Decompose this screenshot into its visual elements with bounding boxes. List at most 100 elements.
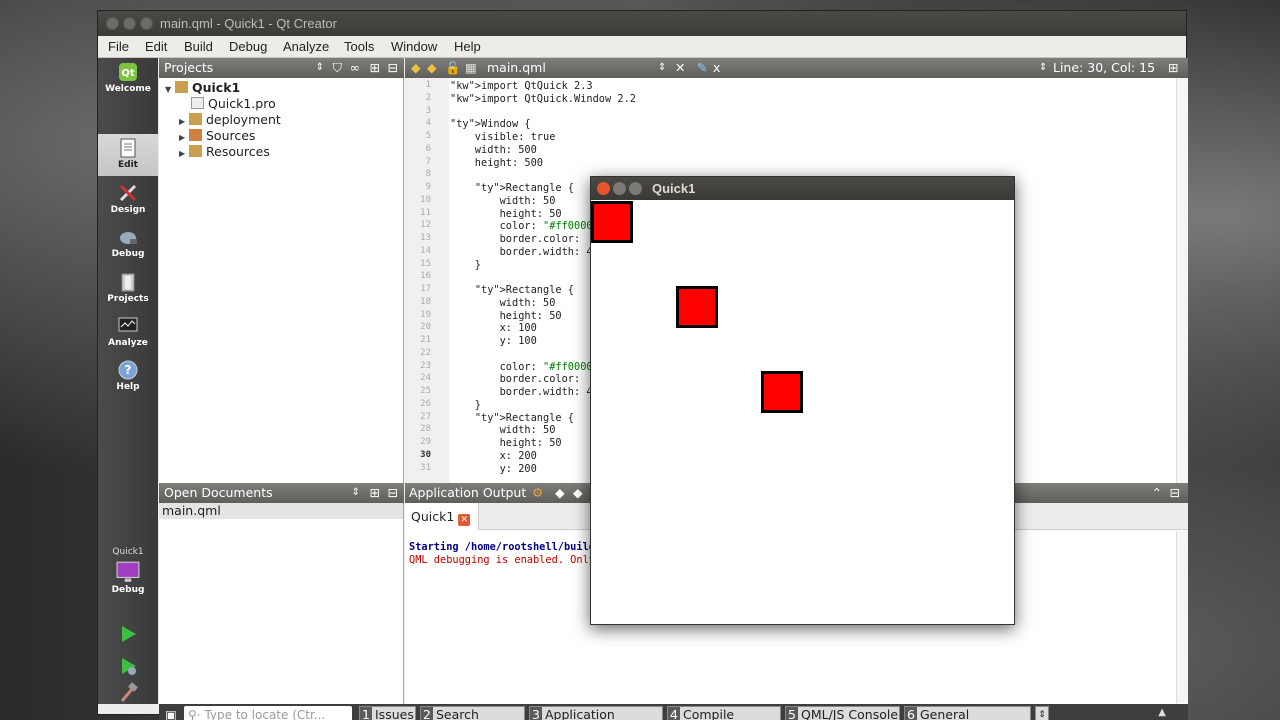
locator-input[interactable]: ⚲· Type to locate (Ctr... — [184, 706, 352, 720]
debug-run-button[interactable] — [98, 652, 158, 682]
kit-selector[interactable]: Quick1 Debug — [98, 546, 158, 606]
code-line: height: 500 — [450, 156, 543, 169]
split-editor-icon[interactable]: ⊞ — [1168, 58, 1178, 78]
menu-window[interactable]: Window — [391, 39, 437, 54]
tree-item-deployment[interactable]: ▶ deployment — [179, 112, 281, 127]
symbol-dropdown-icon[interactable]: ⇕ — [1039, 58, 1047, 78]
menu-edit[interactable]: Edit — [145, 39, 167, 54]
document-edit-icon — [120, 138, 136, 158]
minimize-window-button[interactable] — [123, 17, 136, 30]
menu-file[interactable]: File — [108, 39, 129, 54]
maximize-window-button[interactable] — [629, 182, 642, 195]
line-number: 25 — [420, 386, 431, 396]
close-tab-icon[interactable]: ✕ — [458, 514, 471, 526]
pane-search-results[interactable]: 2Search Results — [420, 706, 525, 720]
folder-icon — [189, 145, 202, 157]
filter-icon[interactable]: ⛉ — [333, 58, 342, 78]
tree-item-quick1[interactable]: ▼ Quick1 — [165, 80, 240, 95]
menu-debug[interactable]: Debug — [229, 39, 267, 54]
quick1-app-window: Quick1 — [590, 176, 1015, 625]
mode-projects[interactable]: Projects — [98, 268, 158, 310]
menu-analyze[interactable]: Analyze — [283, 39, 329, 54]
collapse-arrow-icon[interactable]: ▼ — [165, 85, 175, 94]
link-icon[interactable]: ∞ — [350, 58, 360, 78]
code-line: border.width: 4 — [450, 245, 593, 258]
code-line: height: 50 — [450, 437, 562, 449]
mode-welcome[interactable]: Qt Welcome — [98, 58, 158, 100]
tree-item-pro-file[interactable]: Quick1.pro — [191, 96, 276, 111]
folder-icon — [189, 129, 202, 141]
close-panel-icon[interactable]: ⊟ — [1170, 483, 1180, 503]
file-selector-icon[interactable]: ⇕ — [658, 58, 666, 78]
close-file-icon[interactable]: ✕ — [675, 58, 685, 78]
quick1-title-bar: Quick1 — [591, 177, 1014, 200]
build-button[interactable] — [98, 682, 158, 704]
maximize-window-button[interactable] — [140, 17, 153, 30]
close-panel-icon[interactable]: ⊟ — [388, 483, 398, 503]
toggle-sidebar-icon[interactable]: ▣ — [165, 707, 177, 720]
forward-icon[interactable]: ◆ — [427, 58, 437, 78]
close-window-button[interactable] — [106, 17, 119, 30]
symbol-selector[interactable]: x — [713, 58, 720, 78]
editor-filename[interactable]: main.qml — [487, 58, 546, 78]
split-icon[interactable]: ⊞ — [370, 58, 380, 78]
editor-scrollbar[interactable] — [1176, 78, 1188, 483]
panel-selector-icon[interactable]: ⇕ — [352, 483, 360, 503]
code-line: } — [450, 398, 481, 411]
split-icon[interactable]: ⊞ — [370, 483, 380, 503]
tab-quick1[interactable]: Quick1 ✕ — [405, 503, 479, 530]
output-scrollbar[interactable] — [1176, 531, 1188, 703]
red-rectangle — [676, 286, 718, 328]
attach-icon[interactable]: ⚙ — [532, 483, 543, 503]
pane-issues[interactable]: 1 Issues — [359, 706, 416, 720]
show-output-icon[interactable]: ▲ — [1158, 707, 1166, 718]
mode-design[interactable]: Design — [98, 179, 158, 221]
pane-application-output[interactable]: 3Application Output — [529, 706, 663, 720]
file-icon — [191, 97, 204, 109]
pane-compile-output[interactable]: 4Compile Output — [667, 706, 781, 720]
lock-icon: 🔓 — [445, 60, 461, 75]
run-button[interactable] — [98, 620, 158, 650]
maximize-panel-icon[interactable]: ⌃ — [1152, 483, 1162, 503]
mode-debug[interactable]: Debug — [98, 223, 158, 265]
code-line: width: 50 — [450, 424, 556, 437]
next-icon[interactable]: ◆ — [573, 483, 583, 503]
code-line: "ty">Window { — [450, 118, 531, 131]
close-window-button[interactable] — [597, 182, 610, 195]
line-number: 6 — [425, 143, 431, 154]
close-panel-icon[interactable]: ⊟ — [388, 58, 398, 78]
mode-edit[interactable]: Edit — [98, 134, 158, 176]
help-question-icon: ? — [118, 360, 138, 380]
expand-arrow-icon[interactable]: ▶ — [179, 149, 189, 158]
line-number: 5 — [425, 131, 431, 141]
run-icon — [122, 626, 136, 642]
more-panes-icon[interactable]: ⇕ — [1035, 706, 1049, 720]
mode-bar: Qt Welcome Edit Design Debug Projects An… — [98, 58, 158, 704]
expand-arrow-icon[interactable]: ▶ — [179, 133, 189, 142]
mode-analyze[interactable]: Analyze — [98, 312, 158, 354]
red-rectangle — [591, 201, 633, 243]
back-icon[interactable]: ◆ — [411, 58, 421, 78]
expand-arrow-icon[interactable]: ▶ — [179, 117, 189, 126]
minimize-window-button[interactable] — [613, 182, 626, 195]
menu-build[interactable]: Build — [184, 39, 213, 54]
prev-icon[interactable]: ◆ — [555, 483, 565, 503]
line-number: 11 — [420, 207, 431, 218]
line-number: 14 — [420, 245, 431, 256]
debug-run-icon — [122, 658, 136, 675]
mode-help[interactable]: ? Help — [98, 356, 158, 398]
line-number: 10 — [420, 194, 431, 205]
tree-item-resources[interactable]: ▶ Resources — [179, 144, 270, 159]
pane-qml-js-console[interactable]: 5 QML/JS Console — [785, 706, 900, 720]
red-rectangle — [761, 371, 803, 413]
menu-help[interactable]: Help — [454, 39, 481, 54]
code-line: x: 200 — [450, 449, 537, 462]
tree-item-sources[interactable]: ▶ Sources — [179, 128, 255, 143]
panel-selector-icon[interactable]: ⇕ — [316, 58, 324, 78]
pane-general-messages[interactable]: 6General Messages — [904, 706, 1031, 720]
open-documents-header: Open Documents ⇕ ⊞ ⊟ — [159, 483, 404, 503]
menu-tools[interactable]: Tools — [344, 39, 374, 54]
menu-bar: File Edit Build Debug Analyze Tools Wind… — [98, 36, 1186, 58]
open-document-item[interactable]: main.qml — [159, 503, 403, 519]
debug-bug-icon — [120, 232, 137, 244]
